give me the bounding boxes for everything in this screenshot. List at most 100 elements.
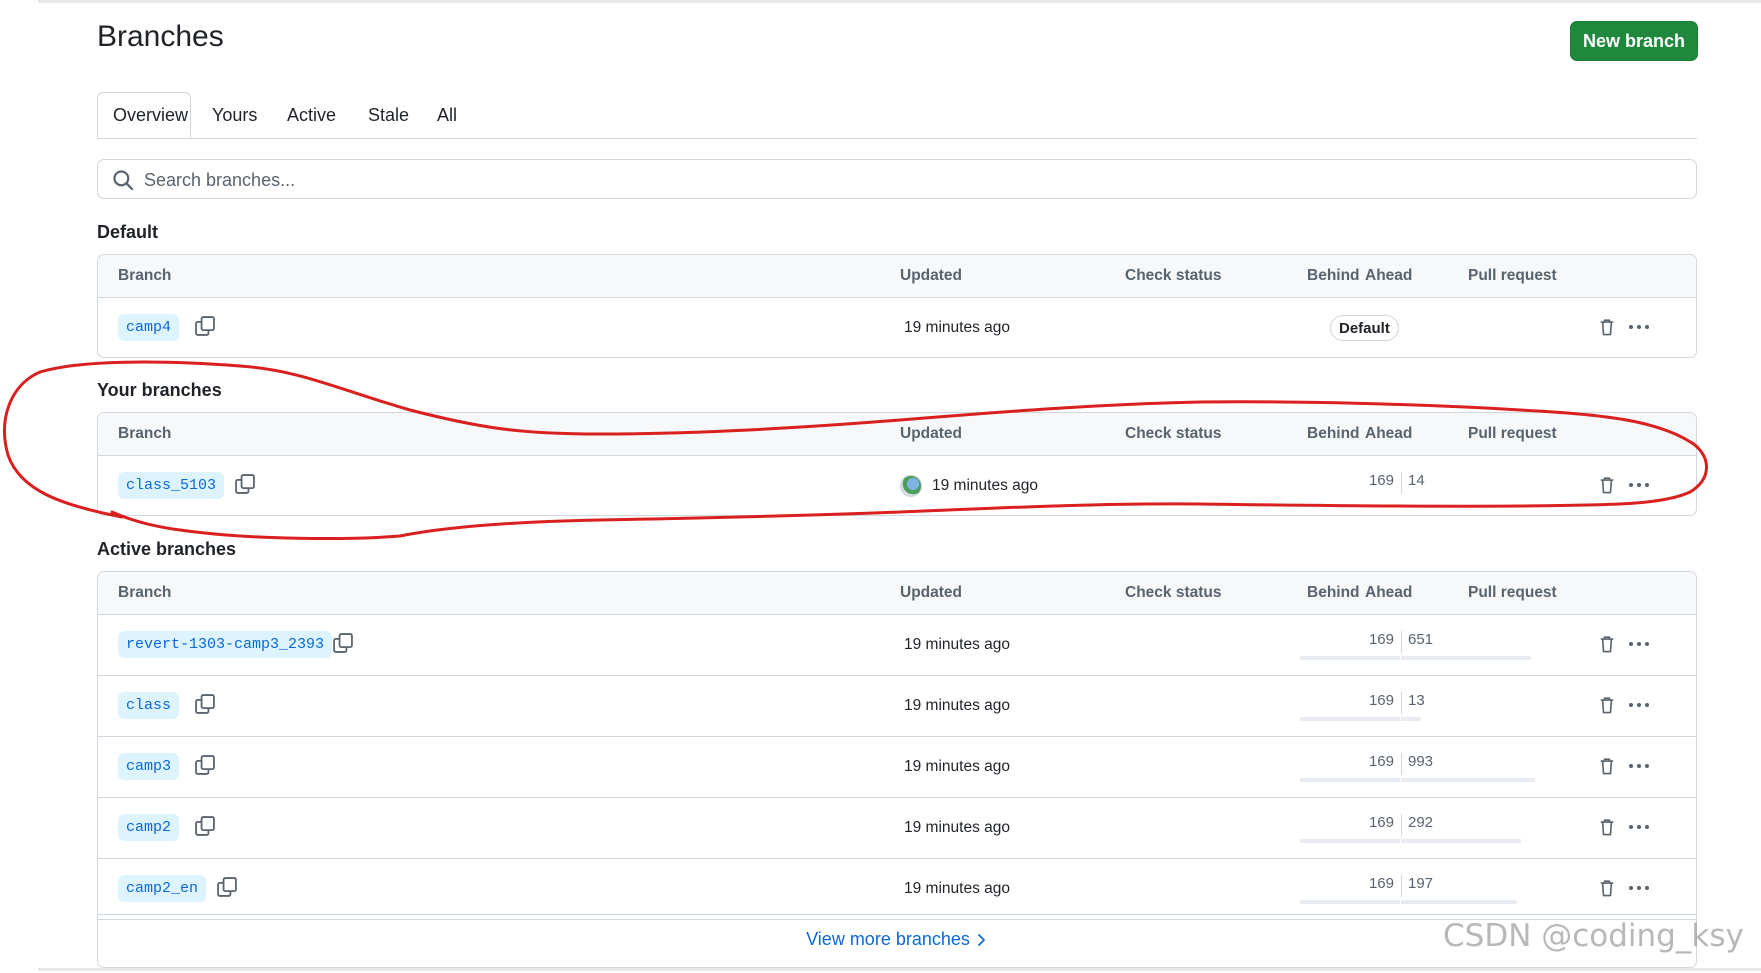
updated-time: 19 minutes ago	[904, 697, 1010, 714]
copy-icon[interactable]	[194, 815, 216, 837]
ahead-count: 993	[1401, 753, 1433, 775]
table-header: Branch Updated Check status Behind Ahead…	[98, 255, 1696, 298]
col-check-status: Check status	[1125, 267, 1222, 284]
trash-icon[interactable]	[1597, 475, 1617, 495]
tab-label: All	[437, 104, 458, 125]
ahead-count: 13	[1401, 692, 1425, 714]
behind-bar	[1300, 656, 1400, 660]
kebab-horizontal-icon[interactable]	[1626, 816, 1652, 838]
page-title: Branches	[97, 20, 224, 53]
ahead-bar	[1401, 656, 1531, 660]
new-branch-button[interactable]: New branch	[1570, 21, 1698, 61]
tab-label: Overview	[113, 104, 189, 125]
col-behind: Behind	[1307, 584, 1360, 601]
copy-icon[interactable]	[194, 754, 216, 776]
branch-name-link[interactable]: camp2_en	[118, 875, 207, 902]
branch-name-link[interactable]: class_5103	[118, 472, 225, 499]
copy-icon[interactable]	[332, 632, 354, 654]
avatar[interactable]	[900, 475, 922, 497]
updated-time: 19 minutes ago	[932, 477, 1038, 494]
search-box	[97, 159, 1697, 200]
tab-label: Active	[287, 104, 337, 125]
trash-icon[interactable]	[1597, 756, 1617, 776]
table-row: camp3 19 minutes ago 169 993	[98, 737, 1696, 798]
section-title-active: Active branches	[97, 539, 237, 559]
table-header: Branch Updated Check status Behind Ahead…	[98, 572, 1696, 615]
trash-icon[interactable]	[1597, 695, 1617, 715]
tab-overview[interactable]: Overview	[97, 92, 191, 138]
behind-bar	[1300, 717, 1400, 721]
bottom-border	[38, 968, 1761, 971]
branch-name-link[interactable]: camp3	[118, 753, 180, 780]
col-branch: Branch	[118, 267, 172, 284]
branch-name-link[interactable]: class	[118, 692, 180, 719]
your-branches-table: Branch Updated Check status Behind Ahead…	[97, 412, 1697, 516]
col-pull-request: Pull request	[1468, 584, 1557, 601]
section-title-default: Default	[97, 222, 159, 242]
default-badge: Default	[1330, 315, 1399, 341]
chevron-right-icon	[977, 934, 985, 947]
kebab-horizontal-icon[interactable]	[1626, 694, 1652, 716]
col-updated: Updated	[900, 267, 962, 284]
kebab-horizontal-icon[interactable]	[1626, 633, 1652, 655]
active-branches-table: Branch Updated Check status Behind Ahead…	[97, 571, 1697, 968]
search-icon	[113, 170, 134, 191]
col-pull-request: Pull request	[1468, 267, 1557, 284]
view-more-branches-link[interactable]: View more branches	[806, 929, 988, 950]
behind-count: 169	[1368, 692, 1394, 709]
tab-stale[interactable]: Stale	[368, 92, 409, 138]
table-row: camp2 19 minutes ago 169 292	[98, 798, 1696, 859]
ahead-count: 292	[1401, 814, 1433, 836]
search-input[interactable]	[142, 160, 1646, 200]
tab-yours[interactable]: Yours	[212, 92, 257, 138]
ahead-bar	[1401, 900, 1517, 904]
behind-count: 169	[1368, 753, 1394, 770]
trash-icon[interactable]	[1597, 634, 1617, 654]
copy-icon[interactable]	[234, 473, 256, 495]
trash-icon[interactable]	[1597, 317, 1617, 337]
table-row: revert-1303-camp3_2393 19 minutes ago 16…	[98, 615, 1696, 676]
trash-icon[interactable]	[1597, 878, 1617, 898]
updated-time: 19 minutes ago	[904, 758, 1010, 775]
section-title-yours: Your branches	[97, 380, 222, 400]
ahead-bar	[1401, 839, 1521, 843]
updated-time: 19 minutes ago	[904, 880, 1010, 897]
table-row: class_5103 19 minutes ago 169 14	[98, 456, 1696, 515]
trash-icon[interactable]	[1597, 817, 1617, 837]
col-behind: Behind	[1307, 267, 1360, 284]
col-behind: Behind	[1307, 425, 1360, 442]
copy-icon[interactable]	[194, 315, 216, 337]
tab-active[interactable]: Active	[287, 92, 336, 138]
table-row: camp2_en 19 minutes ago 169 197	[98, 859, 1696, 920]
updated-time: 19 minutes ago	[904, 636, 1010, 653]
kebab-horizontal-icon[interactable]	[1626, 755, 1652, 777]
col-check-status: Check status	[1125, 425, 1222, 442]
kebab-horizontal-icon[interactable]	[1626, 474, 1652, 496]
ahead-count: 197	[1401, 875, 1433, 897]
tab-label: Yours	[212, 104, 258, 125]
behind-count: 169	[1368, 472, 1394, 489]
col-ahead: Ahead	[1365, 584, 1413, 601]
tab-all[interactable]: All	[437, 92, 457, 138]
table-row: camp4 19 minutes ago Default	[98, 298, 1696, 357]
branch-name-link[interactable]: camp2	[118, 814, 180, 841]
branch-name-link[interactable]: camp4	[118, 314, 180, 341]
col-check-status: Check status	[1125, 584, 1222, 601]
copy-icon[interactable]	[216, 876, 238, 898]
ahead-count: 14	[1401, 472, 1425, 494]
col-branch: Branch	[118, 584, 172, 601]
col-ahead: Ahead	[1365, 425, 1413, 442]
updated-time: 19 minutes ago	[904, 819, 1010, 836]
ahead-bar	[1401, 717, 1421, 721]
ahead-bar	[1401, 778, 1535, 782]
col-pull-request: Pull request	[1468, 425, 1557, 442]
copy-icon[interactable]	[194, 693, 216, 715]
ahead-count: 651	[1401, 631, 1433, 653]
table-header: Branch Updated Check status Behind Ahead…	[98, 413, 1696, 456]
branch-name-link[interactable]: revert-1303-camp3_2393	[118, 631, 333, 658]
col-branch: Branch	[118, 425, 172, 442]
kebab-horizontal-icon[interactable]	[1626, 877, 1652, 899]
branch-tabs: Overview Yours Active Stale All	[97, 92, 1697, 139]
kebab-horizontal-icon[interactable]	[1626, 316, 1652, 338]
col-updated: Updated	[900, 584, 962, 601]
